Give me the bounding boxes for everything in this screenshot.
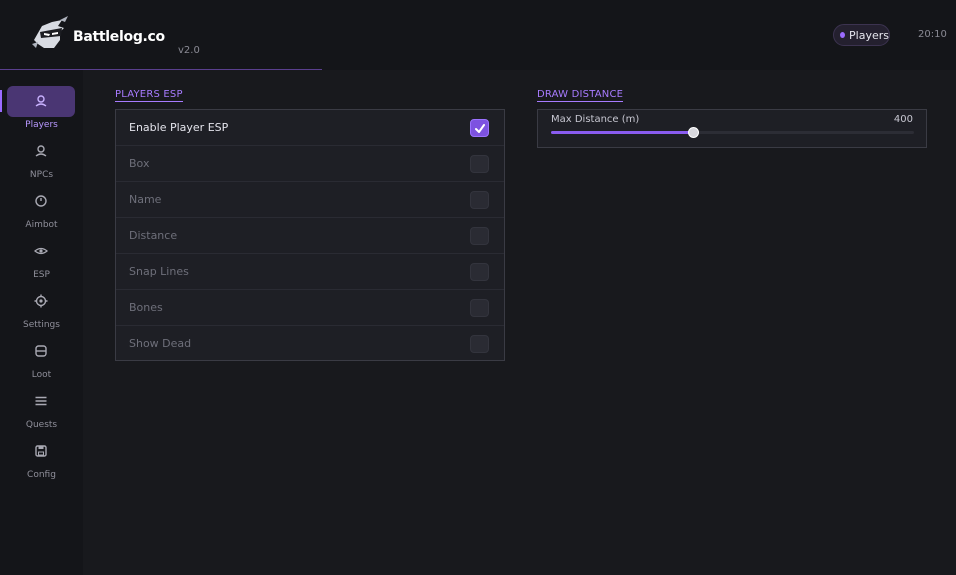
eye-icon	[33, 247, 49, 255]
active-marker	[0, 90, 2, 112]
clock: 20:10	[918, 29, 947, 40]
slider-label: Max Distance (m)	[551, 114, 640, 125]
checkbox-unchecked[interactable]	[470, 263, 489, 281]
option-bones[interactable]: Bones	[116, 290, 504, 326]
sidebar-item-settings[interactable]: Settings	[0, 286, 83, 336]
option-enable-player-esp[interactable]: Enable Player ESP	[116, 110, 504, 146]
list-icon	[35, 396, 47, 406]
max-distance-slider[interactable]	[551, 127, 914, 138]
sidebar-item-label: ESP	[33, 270, 50, 280]
checkbox-unchecked[interactable]	[470, 299, 489, 317]
checkbox-unchecked[interactable]	[470, 335, 489, 353]
checkbox-unchecked[interactable]	[470, 191, 489, 209]
ninja-logo-icon	[32, 16, 68, 48]
option-label: Box	[129, 157, 150, 170]
sidebar-item-config[interactable]: Config	[0, 436, 83, 486]
sidebar-item-label: Settings	[23, 320, 60, 330]
sidebar-item-label: Players	[25, 120, 58, 130]
option-label: Enable Player ESP	[129, 121, 229, 134]
version-label: v2.0	[178, 45, 200, 56]
slider-value: 400	[893, 114, 913, 125]
option-label: Bones	[129, 301, 163, 314]
players-esp-panel: Enable Player ESP Box Name Distance Snap…	[115, 109, 505, 361]
sidebar-item-esp[interactable]: ESP	[0, 236, 83, 286]
option-label: Distance	[129, 229, 178, 242]
draw-distance-panel: Max Distance (m) 400	[537, 109, 927, 148]
gear-icon	[34, 294, 48, 308]
status-dot-icon	[840, 32, 846, 38]
draw-distance-title: DRAW DISTANCE	[537, 89, 624, 102]
slider-fill	[551, 131, 693, 134]
sidebar-item-label: NPCs	[29, 170, 54, 180]
sidebar: Players NPCs Aimbot ESP Settings Loot Qu…	[0, 70, 83, 575]
option-name[interactable]: Name	[116, 182, 504, 218]
sidebar-item-quests[interactable]: Quests	[0, 386, 83, 436]
status-pill[interactable]: Players	[833, 24, 890, 46]
sidebar-item-label: Loot	[31, 370, 52, 380]
checkbox-checked[interactable]	[470, 119, 489, 137]
checkbox-unchecked[interactable]	[470, 227, 489, 245]
user-icon	[35, 95, 47, 107]
checkmark-icon	[475, 124, 485, 133]
sidebar-item-npcs[interactable]: NPCs	[0, 136, 83, 186]
option-distance[interactable]: Distance	[116, 218, 504, 254]
sidebar-item-label: Aimbot	[25, 220, 58, 230]
slider-thumb[interactable]	[687, 127, 699, 138]
npc-icon	[35, 145, 47, 157]
option-show-dead[interactable]: Show Dead	[116, 326, 504, 362]
option-label: Show Dead	[129, 337, 192, 350]
bag-icon	[35, 345, 47, 357]
crosshair-icon	[35, 195, 47, 207]
sidebar-item-aimbot[interactable]: Aimbot	[0, 186, 83, 236]
sidebar-item-loot[interactable]: Loot	[0, 336, 83, 386]
sidebar-item-label: Config	[27, 470, 56, 480]
top-header: Battlelog.co v2.0 Players 20:10	[0, 0, 956, 70]
brand-name: Battlelog.co	[73, 29, 165, 45]
option-snap-lines[interactable]: Snap Lines	[116, 254, 504, 290]
option-label: Snap Lines	[129, 265, 189, 278]
players-esp-title: PLAYERS ESP	[115, 89, 183, 102]
option-box[interactable]: Box	[116, 146, 504, 182]
sidebar-item-players[interactable]: Players	[0, 86, 83, 136]
checkbox-unchecked[interactable]	[470, 155, 489, 173]
save-icon	[35, 445, 47, 457]
option-label: Name	[129, 193, 162, 206]
sidebar-item-label: Quests	[25, 420, 58, 430]
status-pill-label: Players	[849, 28, 889, 42]
